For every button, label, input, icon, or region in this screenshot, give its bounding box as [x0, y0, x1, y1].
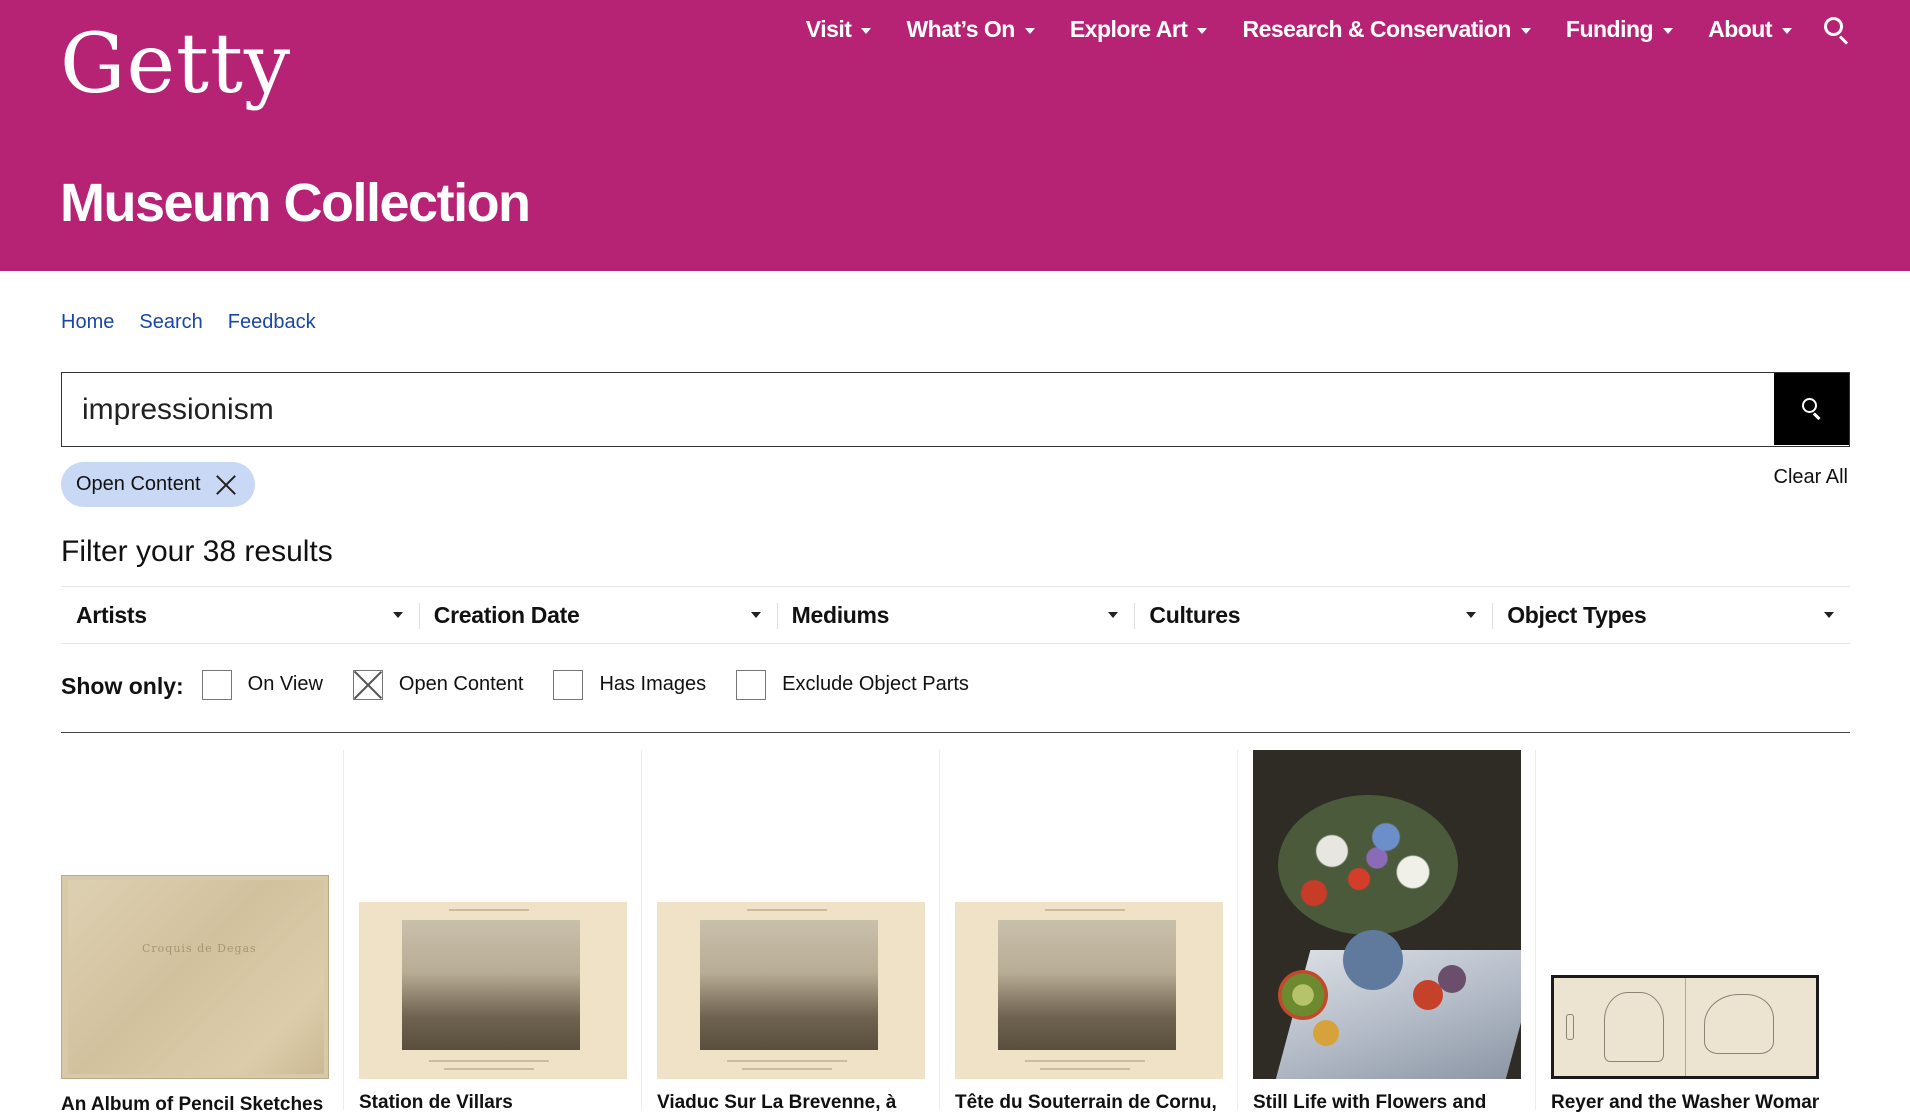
caret-down-icon: [1782, 27, 1792, 34]
filter-label: Cultures: [1149, 601, 1241, 628]
breadcrumb-search[interactable]: Search: [139, 311, 202, 334]
filter-cultures[interactable]: Cultures: [1134, 587, 1492, 643]
checkbox-label: Exclude Object Parts: [782, 673, 969, 695]
clear-all-button[interactable]: Clear All: [1774, 466, 1848, 489]
filter-label: Artists: [76, 601, 147, 628]
filter-bar: Artists Creation Date Mediums Cultures O…: [61, 586, 1850, 644]
checkbox-label: On View: [247, 673, 323, 695]
active-filter-chip[interactable]: Open Content: [61, 462, 255, 507]
breadcrumb-feedback[interactable]: Feedback: [228, 311, 316, 334]
result-title[interactable]: An Album of Pencil Sketches: [61, 1094, 329, 1116]
result-card[interactable]: Reyer and the Washer Woman: [1551, 750, 1819, 1113]
nav-label: Visit: [805, 16, 852, 42]
site-header: Getty Visit What’s On Explore Art Resear…: [0, 0, 1910, 271]
checkbox-label: Open Content: [398, 673, 524, 695]
result-title[interactable]: Still Life with Flowers and: [1253, 1092, 1521, 1114]
nav-about[interactable]: About: [1708, 16, 1792, 43]
artwork-image[interactable]: Croquis de Degas: [61, 875, 329, 1079]
on-view-checkbox[interactable]: [201, 669, 232, 700]
caret-down-icon: [861, 27, 872, 34]
search-button[interactable]: [1774, 372, 1849, 445]
checkbox-label: Has Images: [599, 673, 707, 695]
nav-label: About: [1708, 16, 1772, 42]
breadcrumb: Home Search Feedback: [61, 311, 341, 334]
filter-mediums[interactable]: Mediums: [776, 587, 1135, 643]
result-title[interactable]: Tête du Souterrain de Cornu,: [955, 1092, 1223, 1114]
caret-down-icon: [1520, 27, 1531, 34]
filter-artists[interactable]: Artists: [61, 587, 419, 643]
nav-research-conservation[interactable]: Research & Conservation: [1242, 16, 1531, 43]
search-icon[interactable]: [1824, 16, 1850, 45]
caret-down-icon: [1108, 612, 1119, 618]
caret-down-icon: [1197, 27, 1208, 34]
search-box: [61, 372, 1850, 447]
filter-object-types[interactable]: Object Types: [1492, 587, 1850, 643]
caret-down-icon: [750, 612, 761, 618]
filter-results-heading: Filter your 38 results: [61, 535, 333, 568]
nav-label: Funding: [1565, 16, 1654, 42]
caret-down-icon: [1823, 612, 1834, 618]
results-grid: Croquis de Degas An Album of Pencil Sket…: [61, 750, 1850, 1115]
results-divider: [61, 732, 1850, 733]
caret-down-icon: [1663, 27, 1674, 34]
image-inscription: Croquis de Degas: [142, 942, 257, 955]
show-only-row: Show only: On View Open Content Has Imag…: [61, 669, 999, 700]
result-title[interactable]: Station de Villars: [359, 1092, 627, 1114]
getty-logo[interactable]: Getty: [60, 19, 291, 110]
filter-label: Object Types: [1507, 601, 1647, 628]
result-card[interactable]: Viaduc Sur La Brevenne, à: [657, 750, 925, 1113]
artwork-image[interactable]: [955, 902, 1223, 1079]
artwork-image[interactable]: [1253, 750, 1521, 1079]
has-images-checkbox[interactable]: [553, 669, 584, 700]
filter-label: Creation Date: [433, 601, 580, 628]
artwork-image[interactable]: [359, 902, 627, 1079]
result-title[interactable]: Viaduc Sur La Brevenne, à: [657, 1092, 925, 1114]
nav-label: Research & Conservation: [1242, 16, 1511, 42]
result-card[interactable]: Tête du Souterrain de Cornu,: [955, 750, 1223, 1113]
nav-label: What’s On: [906, 16, 1015, 42]
filter-creation-date[interactable]: Creation Date: [418, 587, 777, 643]
nav-label: Explore Art: [1069, 16, 1188, 42]
exclude-object-parts-checkbox[interactable]: [736, 669, 767, 700]
artwork-image[interactable]: [1551, 975, 1819, 1079]
caret-down-icon: [392, 612, 403, 618]
search-icon: [1802, 397, 1817, 413]
result-card[interactable]: Croquis de Degas An Album of Pencil Sket…: [61, 750, 329, 1115]
caret-down-icon: [1466, 612, 1477, 618]
caret-down-icon: [1024, 27, 1035, 34]
chip-label: Open Content: [76, 473, 201, 495]
open-content-checkbox[interactable]: [352, 669, 383, 700]
breadcrumb-home[interactable]: Home: [61, 311, 114, 334]
result-card[interactable]: Station de Villars: [359, 750, 627, 1113]
close-icon[interactable]: [215, 474, 237, 496]
result-title[interactable]: Reyer and the Washer Woman: [1551, 1092, 1819, 1114]
artwork-image[interactable]: [657, 902, 925, 1079]
page-title: Museum Collection: [60, 173, 531, 233]
main-nav: Visit What’s On Explore Art Research & C…: [771, 16, 1850, 45]
nav-funding[interactable]: Funding: [1565, 16, 1674, 43]
nav-explore-art[interactable]: Explore Art: [1070, 16, 1208, 43]
search-input[interactable]: [62, 373, 1774, 446]
nav-visit[interactable]: Visit: [806, 16, 872, 43]
show-only-label: Show only:: [61, 673, 184, 699]
result-card[interactable]: Still Life with Flowers and: [1253, 750, 1521, 1113]
filter-label: Mediums: [791, 601, 890, 628]
nav-whats-on[interactable]: What’s On: [906, 16, 1035, 43]
